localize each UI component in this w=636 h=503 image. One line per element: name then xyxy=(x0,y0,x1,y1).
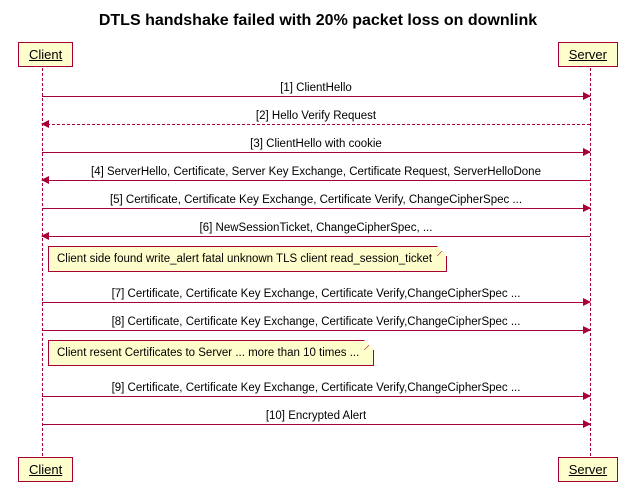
message-label: [8] Certificate, Certificate Key Exchang… xyxy=(42,316,590,328)
diagram-title: DTLS handshake failed with 20% packet lo… xyxy=(8,12,628,30)
arrow-left-icon xyxy=(41,176,49,184)
arrow-right-icon xyxy=(583,148,591,156)
message-label: [6] NewSessionTicket, ChangeCipherSpec, … xyxy=(42,222,590,234)
arrow-left-icon xyxy=(41,232,49,240)
note-1: Client side found write_alert fatal unkn… xyxy=(48,246,447,272)
message-label: [5] Certificate, Certificate Key Exchang… xyxy=(42,194,590,206)
note-2: Client resent Certificates to Server ...… xyxy=(48,340,374,366)
message-10: [10] Encrypted Alert xyxy=(42,424,590,444)
message-label: [3] ClientHello with cookie xyxy=(42,138,590,150)
message-label: [4] ServerHello, Certificate, Server Key… xyxy=(42,166,590,178)
sequence-diagram: Client Server [1] ClientHello [2] Hello … xyxy=(8,42,628,482)
arrow-left-icon xyxy=(41,120,49,128)
arrow-right-icon xyxy=(583,326,591,334)
arrow-right-icon xyxy=(583,420,591,428)
message-label: [10] Encrypted Alert xyxy=(42,410,590,422)
participant-server-bottom: Server xyxy=(558,457,618,482)
message-label: [9] Certificate, Certificate Key Exchang… xyxy=(42,382,590,394)
message-label: [1] ClientHello xyxy=(42,82,590,94)
arrow-right-icon xyxy=(583,392,591,400)
message-label: [2] Hello Verify Request xyxy=(42,110,590,122)
arrow-right-icon xyxy=(583,298,591,306)
arrow-right-icon xyxy=(583,204,591,212)
arrow-right-icon xyxy=(583,92,591,100)
participant-server-top: Server xyxy=(558,42,618,67)
participant-client-bottom: Client xyxy=(18,457,73,482)
participant-client-top: Client xyxy=(18,42,73,67)
message-label: [7] Certificate, Certificate Key Exchang… xyxy=(42,288,590,300)
